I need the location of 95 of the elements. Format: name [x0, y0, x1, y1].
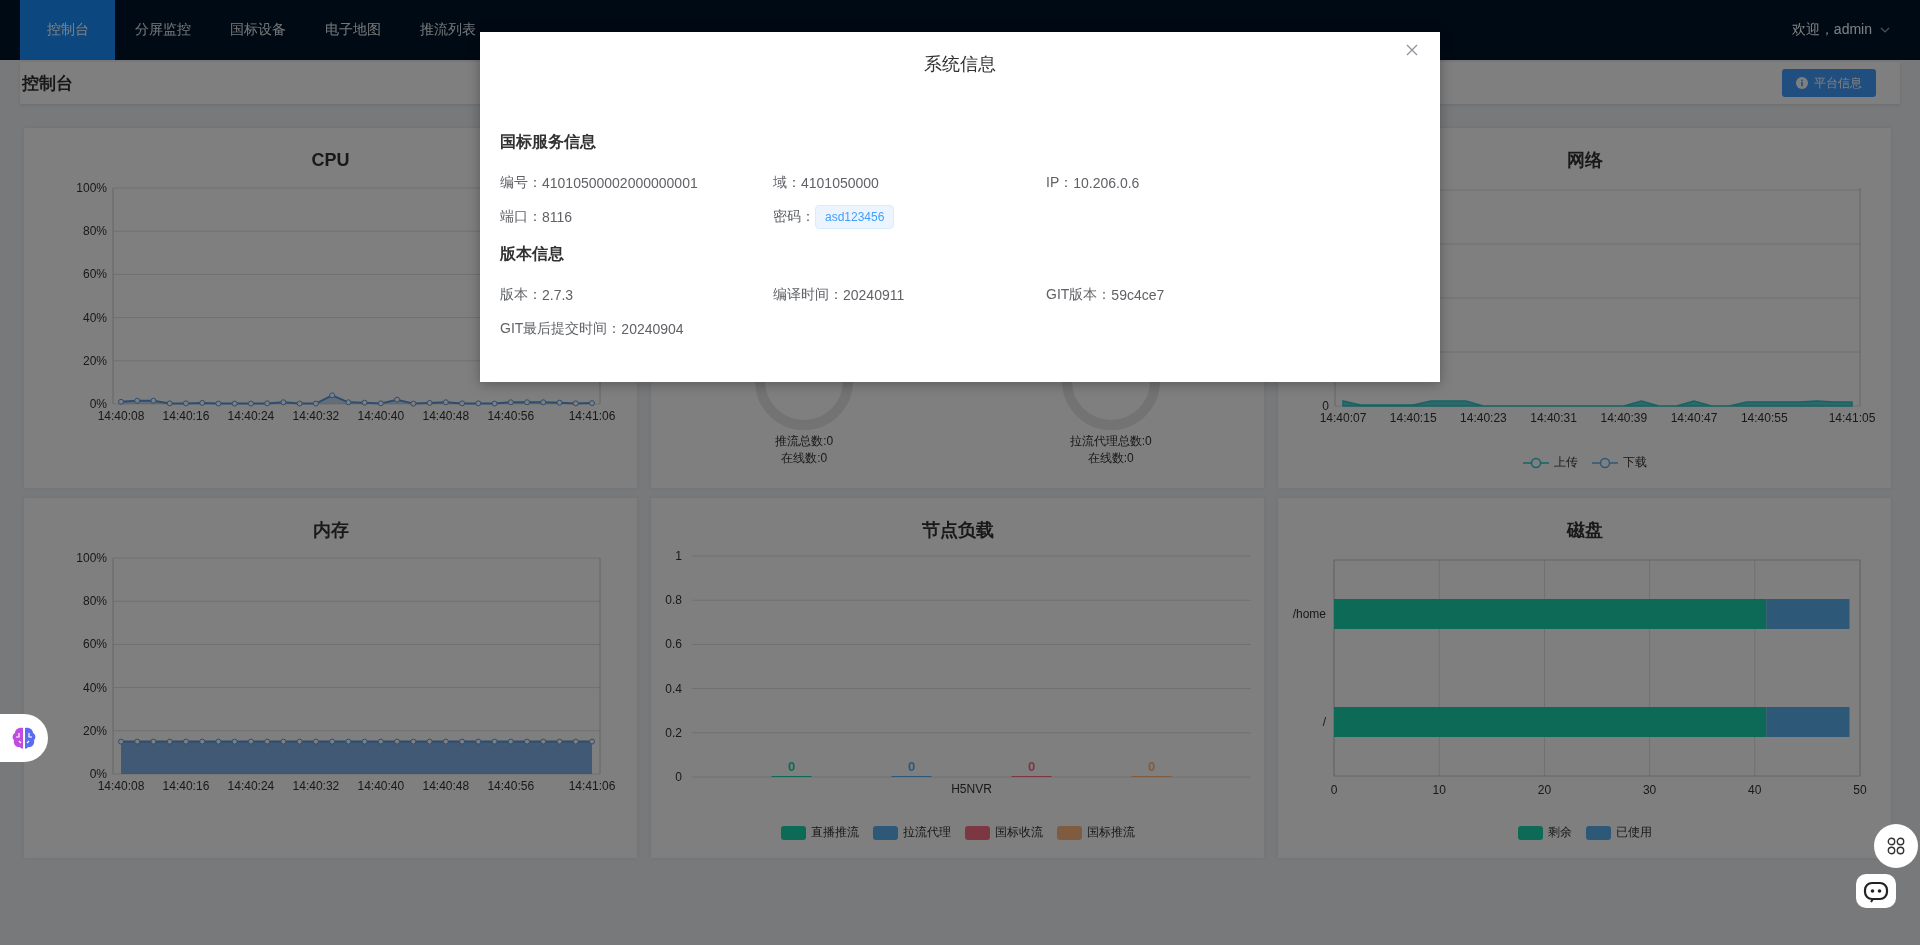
field-label: 密码：	[773, 208, 815, 226]
axis-label: 0.2	[665, 725, 682, 740]
legend-label: 直播推流	[810, 824, 859, 841]
field-value: 20240904	[621, 321, 684, 337]
field-value: 20240911	[843, 287, 905, 303]
axis-label: 14:40:16	[162, 779, 210, 793]
axis-label: /	[1322, 715, 1326, 729]
card-title: 磁盘	[1566, 519, 1603, 542]
legend-label: 拉流代理	[902, 824, 951, 841]
page-title: 控制台	[22, 72, 73, 95]
axis-label: 20	[1537, 783, 1552, 797]
password-tag: asd123456	[815, 205, 895, 229]
axis-label: 0%	[89, 397, 107, 411]
axis-label: 40%	[82, 310, 107, 325]
axis-label: 80%	[82, 594, 107, 609]
field-value: 4101050000	[801, 175, 879, 191]
axis-label: 0.4	[665, 681, 682, 696]
stat-label: 拉流代理总数:0	[1069, 433, 1152, 450]
card-title: 内存	[312, 519, 349, 542]
axis-label: 0.6	[665, 637, 682, 652]
card-title: 网络	[1566, 149, 1603, 172]
axis-label: 1	[675, 549, 682, 563]
axis-label: 14:40:23	[1460, 411, 1507, 425]
axis-label: 40	[1748, 783, 1762, 797]
axis-label: 0.8	[665, 593, 682, 608]
field-label: GIT版本：	[1046, 286, 1112, 304]
axis-label: 14:40:16	[162, 409, 210, 423]
axis-label: 0	[1322, 399, 1329, 413]
stat-label: 推流总数:0	[775, 433, 834, 450]
axis-label: 50	[1853, 783, 1867, 797]
legend-label: 国标推流	[1086, 824, 1135, 841]
stat-label: 在线数:0	[781, 450, 828, 467]
data-label: 0	[1027, 759, 1036, 774]
section-title: 国标服务信息	[500, 132, 597, 152]
axis-label: 40%	[82, 680, 107, 695]
axis-label: 14:40:56	[487, 409, 535, 423]
field-value: 59c4ce7	[1111, 287, 1165, 303]
axis-label: 14:40:39	[1600, 411, 1648, 425]
legend-label: 国标收流	[994, 824, 1043, 841]
axis-label: 10	[1432, 783, 1446, 797]
field-value: 41010500002000000001	[542, 175, 698, 191]
axis-label: 100%	[76, 551, 107, 565]
axis-label: 14:40:15	[1389, 411, 1437, 425]
card-title: 节点负载	[921, 519, 994, 542]
axis-label: 14:40:32	[292, 779, 340, 793]
axis-label: 14:41:06	[568, 409, 616, 423]
legend-label: 下载	[1622, 454, 1647, 471]
axis-label: 14:40:24	[227, 409, 275, 423]
axis-label: 14:40:40	[357, 779, 405, 793]
axis-label: 14:40:48	[422, 409, 470, 423]
axis-label: 20%	[82, 353, 107, 368]
axis-label: 14:40:24	[227, 779, 275, 793]
axis-label: 30	[1642, 783, 1657, 797]
field-value: 8116	[542, 209, 573, 225]
stat-label: 在线数:0	[1087, 450, 1134, 467]
axis-label: 20%	[82, 723, 107, 738]
field-label: 编译时间：	[773, 286, 843, 304]
axis-label: 100%	[76, 181, 107, 195]
legend-label: 上传	[1553, 454, 1578, 471]
axis-label: 14:40:56	[487, 779, 535, 793]
axis-label: 60%	[82, 637, 107, 652]
field-label: 域：	[773, 174, 801, 192]
section-title: 版本信息	[500, 244, 565, 264]
axis-label: H5NVR	[951, 782, 992, 796]
data-label: 0	[907, 759, 916, 774]
axis-label: 0	[1330, 783, 1338, 797]
axis-label: 14:40:08	[97, 779, 145, 793]
axis-label: 60%	[82, 267, 107, 282]
field-label: IP：	[1046, 174, 1074, 192]
axis-label: 14:40:31	[1530, 411, 1577, 425]
axis-label: 14:40:08	[97, 409, 145, 423]
legend-label: 已使用	[1615, 824, 1652, 841]
axis-label: /home	[1292, 607, 1326, 621]
card-title: CPU	[311, 149, 350, 172]
axis-label: 14:41:05	[1828, 411, 1876, 425]
axis-label: 14:40:40	[357, 409, 405, 423]
field-label: GIT最后提交时间：	[500, 320, 622, 338]
axis-label: 0%	[89, 767, 107, 781]
data-label: 0	[1147, 759, 1156, 774]
field-value: 2.7.3	[542, 287, 574, 303]
axis-label: 0	[675, 770, 682, 784]
dialog-title: 系统信息	[924, 53, 996, 76]
axis-label: 14:40:07	[1319, 411, 1367, 425]
field-label: 编号：	[500, 174, 542, 192]
legend-label: 剩余	[1547, 824, 1572, 841]
axis-label: 14:40:47	[1670, 411, 1718, 425]
axis-label: 80%	[82, 224, 107, 239]
field-label: 端口：	[500, 208, 542, 226]
field-label: 版本：	[500, 286, 542, 304]
axis-label: 14:41:06	[568, 779, 616, 793]
field-value: 10.206.0.6	[1073, 175, 1140, 191]
data-label: 0	[787, 759, 796, 774]
axis-label: 14:40:48	[422, 779, 470, 793]
axis-label: 14:40:55	[1740, 411, 1788, 425]
axis-label: 14:40:32	[292, 409, 340, 423]
